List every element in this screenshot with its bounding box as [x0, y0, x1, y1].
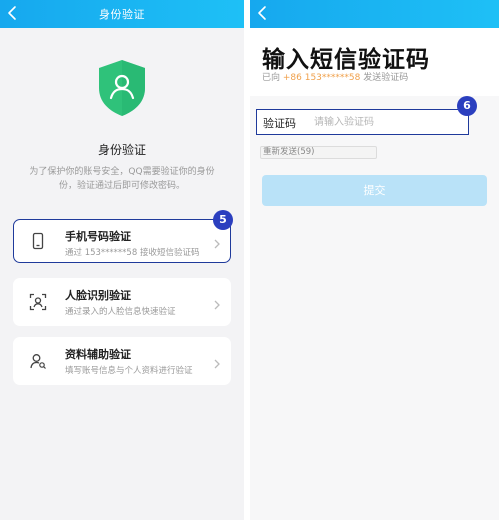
page-title: 输入短信验证码 — [262, 47, 430, 73]
sent-prefix: 已向 — [262, 73, 283, 83]
shield-icon — [95, 58, 149, 118]
chevron-right-icon — [213, 355, 221, 369]
chevron-right-icon — [213, 235, 221, 249]
code-label: 验证码 — [263, 117, 296, 130]
resend-button[interactable]: 重新发送(59) — [260, 146, 377, 159]
verification-code-input[interactable] — [314, 113, 464, 131]
option-title: 手机号码验证 — [65, 230, 131, 243]
chevron-left-icon — [258, 6, 266, 20]
sms-code-screen: 输入短信验证码 已向 +86 153******58 发送验证码 验证码 重新发… — [250, 0, 499, 520]
phone-number: +86 153******58 — [282, 73, 361, 83]
step-badge: 6 — [457, 96, 477, 116]
option-title: 资料辅助验证 — [65, 348, 131, 361]
option-title: 人脸识别验证 — [65, 289, 131, 302]
page-heading: 身份验证 — [97, 143, 146, 157]
submit-button[interactable]: 提交 — [262, 175, 487, 206]
verification-description: 为了保护你的账号安全，QQ需要验证你的身份 份，验证通过后即可修改密码。 — [18, 165, 226, 193]
header-bar — [250, 0, 499, 28]
profile-data-verification-option[interactable]: 资料辅助验证 填写账号信息与个人资料进行验证 — [13, 337, 231, 385]
description-line: 份，验证通过后即可修改密码。 — [58, 181, 185, 191]
face-verification-option[interactable]: 人脸识别验证 通过录入的人脸信息快速验证 — [13, 278, 231, 326]
face-scan-icon — [29, 293, 47, 311]
verification-code-row: 验证码 — [256, 109, 469, 135]
option-subtitle: 通过录入的人脸信息快速验证 — [65, 307, 176, 317]
sent-suffix: 发送验证码 — [360, 73, 409, 83]
header-bar: 身份验证 — [0, 0, 244, 28]
person-search-icon — [29, 352, 47, 370]
option-subtitle: 通过 153******58 接收短信验证码 — [65, 248, 200, 258]
header-title: 身份验证 — [99, 8, 145, 21]
option-subtitle: 填写账号信息与个人资料进行验证 — [65, 366, 193, 376]
back-button[interactable] — [256, 3, 270, 23]
description-line: 为了保护你的账号安全，QQ需要验证你的身份 — [29, 167, 215, 177]
phone-icon — [29, 232, 47, 250]
code-sent-notice: 已向 +86 153******58 发送验证码 — [262, 70, 408, 83]
chevron-right-icon — [213, 296, 221, 310]
phone-verification-option[interactable]: 手机号码验证 通过 153******58 接收短信验证码 — [13, 219, 231, 263]
step-badge: 5 — [213, 210, 233, 230]
identity-verification-screen: 身份验证 身份验证 为了保护你的账号安全，QQ需要验证你的身份 份，验证通过后即… — [0, 0, 244, 520]
